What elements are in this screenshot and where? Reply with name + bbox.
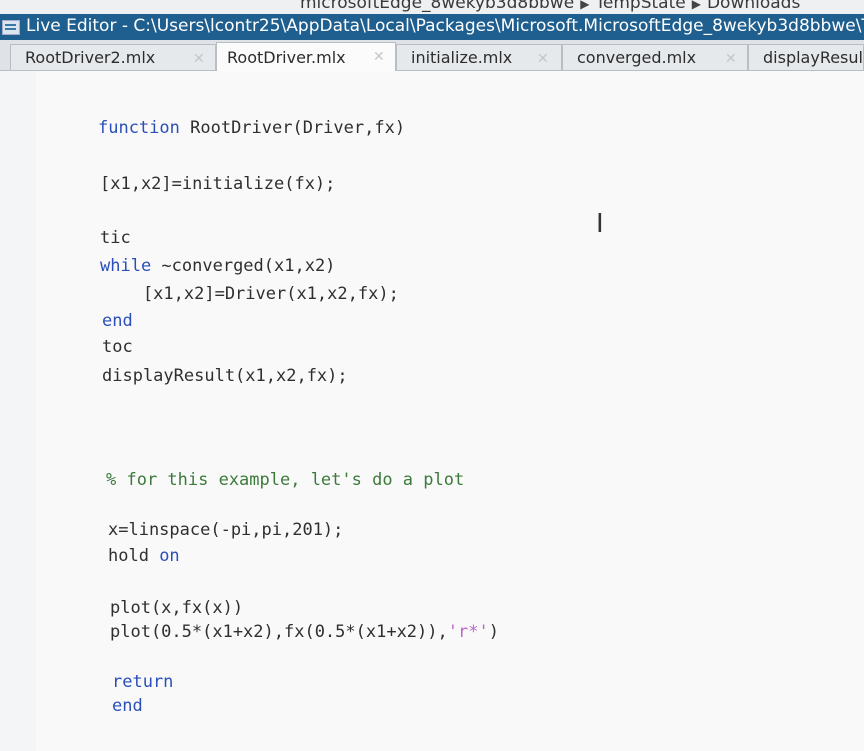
tab-label: RootDriver.mlx — [227, 48, 346, 67]
code-line[interactable]: end — [112, 695, 143, 717]
tab-converged[interactable]: converged.mlx ✕ — [562, 44, 748, 70]
text-cursor-icon: I — [596, 209, 604, 239]
chevron-right-icon: ▶ — [580, 0, 590, 11]
code-text: plot(0.5*(x1+x2),fx(0.5*(x1+x2)), — [110, 622, 448, 642]
tab-bar: RootDriver2.mlx ✕ RootDriver.mlx ✕ initi… — [0, 40, 864, 71]
code-line[interactable]: end — [102, 310, 133, 332]
code-line[interactable]: plot(x,fx(x)) — [110, 597, 243, 619]
code-comment[interactable]: % for this example, let's do a plot — [106, 469, 464, 491]
breadcrumb-item[interactable]: TempState — [595, 0, 685, 13]
code-line[interactable]: tic — [100, 227, 131, 249]
keyword: end — [102, 311, 133, 331]
keyword: while — [100, 256, 152, 276]
tab-rootdriver[interactable]: RootDriver.mlx ✕ — [216, 42, 396, 71]
keyword: return — [112, 672, 174, 692]
code-line[interactable]: x=linspace(-pi,pi,201); — [108, 519, 343, 541]
breadcrumb-item[interactable]: microsoftEdge_8wekyb3d8bbwe — [300, 0, 574, 13]
live-editor-icon — [2, 20, 20, 35]
window-titlebar: Live Editor - C:\Users\lcontr25\AppData\… — [0, 14, 864, 40]
tab-label: displayResul — [763, 48, 863, 67]
editor-area: function RootDriver(Driver,fx) [x1,x2]=i… — [0, 71, 864, 751]
keyword: on — [159, 546, 180, 566]
chevron-right-icon: ▶ — [691, 0, 701, 11]
code-line[interactable]: toc — [102, 336, 133, 358]
code-text: hold — [108, 546, 160, 566]
address-breadcrumb: microsoftEdge_8wekyb3d8bbwe ▶ TempState ▶ Do… — [0, 0, 864, 14]
close-icon[interactable]: ✕ — [373, 49, 385, 65]
code-line[interactable]: return — [112, 671, 173, 693]
string-literal: 'r*' — [447, 622, 489, 642]
tab-initialize[interactable]: initialize.mlx ✕ — [396, 44, 562, 70]
tab-label: converged.mlx — [577, 48, 697, 67]
code-text: RootDriver(Driver,fx) — [179, 118, 406, 138]
code-document[interactable]: function RootDriver(Driver,fx) [x1,x2]=i… — [36, 71, 864, 751]
code-line[interactable]: [x1,x2]=initialize(fx); — [100, 173, 335, 195]
code-line[interactable]: plot(0.5*(x1+x2),fx(0.5*(x1+x2)),'r*') — [110, 621, 499, 643]
close-icon[interactable]: ✕ — [193, 51, 205, 67]
keyword: end — [112, 696, 143, 716]
breadcrumb-item[interactable]: Downloads — [707, 0, 800, 13]
keyword: function — [98, 118, 180, 138]
tab-label: initialize.mlx — [411, 48, 513, 67]
tab-label: RootDriver2.mlx — [25, 48, 156, 67]
close-icon[interactable]: ✕ — [725, 51, 737, 67]
code-line[interactable]: function RootDriver(Driver,fx) — [98, 117, 405, 139]
code-line[interactable]: hold on — [108, 545, 180, 567]
tab-rootdriver2[interactable]: RootDriver2.mlx ✕ — [10, 44, 216, 70]
code-line[interactable]: displayResult(x1,x2,fx); — [102, 365, 348, 387]
code-text: ~converged(x1,x2) — [151, 256, 336, 276]
tab-displayresult[interactable]: displayResul — [748, 44, 864, 70]
window-title: Live Editor - C:\Users\lcontr25\AppData\… — [26, 16, 864, 36]
code-text: ) — [488, 622, 499, 642]
code-line[interactable]: while ~converged(x1,x2) — [100, 255, 335, 277]
close-icon[interactable]: ✕ — [537, 51, 549, 67]
code-line[interactable]: [x1,x2]=Driver(x1,x2,fx); — [102, 283, 399, 305]
